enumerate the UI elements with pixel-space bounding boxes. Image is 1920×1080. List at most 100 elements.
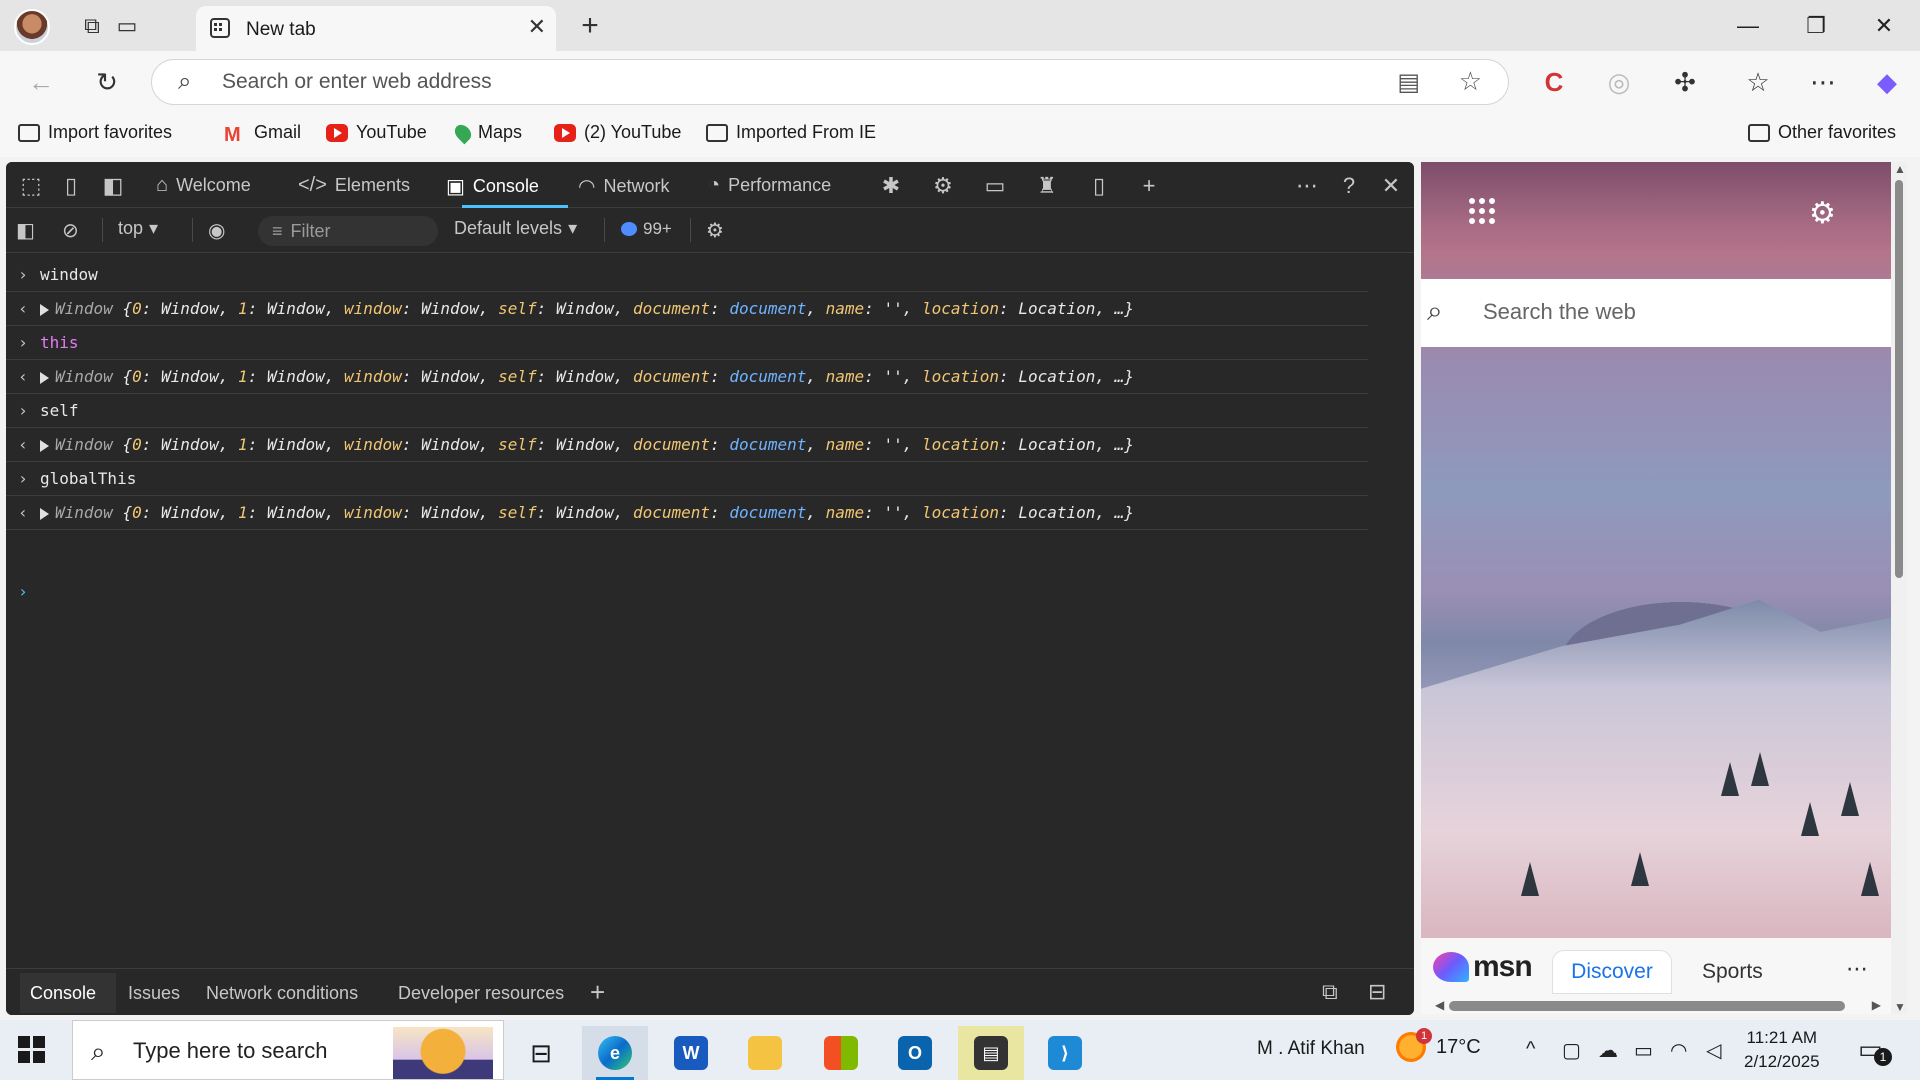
scroll-down-arrow-icon[interactable]: ▼ bbox=[1894, 1000, 1906, 1014]
meet-now-icon[interactable]: ▢ bbox=[1562, 1038, 1581, 1063]
taskbar-file-explorer[interactable] bbox=[732, 1026, 798, 1080]
scroll-thumb[interactable] bbox=[1895, 180, 1903, 578]
bookmark-youtube[interactable]: YouTube bbox=[326, 122, 427, 143]
taskbar-video-editor[interactable]: ▤ bbox=[958, 1026, 1024, 1080]
tab-welcome[interactable]: ⌂ Welcome bbox=[156, 174, 251, 197]
address-bar[interactable]: ⌕ ▤ ☆ bbox=[151, 59, 1509, 105]
drawer-tab-issues[interactable]: Issues bbox=[128, 983, 180, 1004]
workspaces-icon[interactable]: ⧉ bbox=[76, 10, 108, 42]
msn-logo[interactable]: msn bbox=[1433, 950, 1533, 984]
show-hidden-icons-chevron-icon[interactable]: ^ bbox=[1526, 1038, 1535, 1061]
prop-value-link[interactable]: document bbox=[729, 367, 806, 386]
add-drawer-tab-plus-icon[interactable]: + bbox=[590, 977, 605, 1008]
sidebar-toggle-icon[interactable]: ◧ bbox=[16, 218, 35, 243]
dock-side-icon[interactable]: ◧ bbox=[98, 171, 128, 201]
refresh-icon[interactable]: ↻ bbox=[90, 65, 124, 99]
inspect-element-icon[interactable]: ⬚ bbox=[16, 171, 46, 201]
prop-value-link[interactable]: document bbox=[729, 435, 806, 454]
close-tab-icon[interactable]: ✕ bbox=[528, 14, 546, 40]
bookmark-maps[interactable]: Maps bbox=[451, 121, 522, 144]
drawer-tab-developer-resources[interactable]: Developer resources bbox=[398, 983, 564, 1004]
battery-icon[interactable]: ▭ bbox=[1634, 1038, 1653, 1063]
prop-value-link[interactable]: document bbox=[729, 503, 806, 522]
window-object-preview[interactable]: Window {0: Window, 1: Window, window: Wi… bbox=[40, 503, 1134, 522]
onedrive-cloud-icon[interactable]: ☁ bbox=[1598, 1038, 1618, 1063]
message-count-badge[interactable]: 99+ bbox=[621, 219, 672, 239]
expand-triangle-icon[interactable] bbox=[40, 371, 49, 384]
web-search-box[interactable]: ⌕ Search the web bbox=[1421, 279, 1891, 347]
more-options-icon[interactable]: ⋯ bbox=[1846, 956, 1868, 982]
taskbar-outlook[interactable]: O bbox=[882, 1026, 948, 1080]
tab-elements[interactable]: </> Elements bbox=[298, 174, 410, 197]
tab-new-tab[interactable]: New tab ✕ bbox=[196, 6, 556, 51]
device-emulation-icon[interactable]: ▯ bbox=[56, 171, 86, 201]
clock[interactable]: 11:21 AM 2/12/2025 bbox=[1744, 1026, 1820, 1074]
log-levels-dropdown[interactable]: Default levels ▾ bbox=[454, 218, 577, 239]
expand-triangle-icon[interactable] bbox=[40, 303, 49, 316]
taskbar-store[interactable] bbox=[808, 1026, 874, 1080]
taskbar-vscode[interactable]: ⟩ bbox=[1032, 1026, 1098, 1080]
scroll-right-arrow-icon[interactable]: ▶ bbox=[1872, 998, 1881, 1012]
new-tab-button[interactable]: + bbox=[574, 9, 606, 42]
console-settings-gear-icon[interactable]: ⚙ bbox=[706, 218, 724, 243]
volume-icon[interactable]: ◁ bbox=[1706, 1038, 1721, 1063]
task-view-icon[interactable]: ⊟ bbox=[508, 1026, 574, 1080]
window-object-preview[interactable]: Window {0: Window, 1: Window, window: Wi… bbox=[40, 435, 1134, 454]
drawer-tab-network-conditions[interactable]: Network conditions bbox=[206, 983, 358, 1004]
vertical-tabs-icon[interactable]: ▭ bbox=[111, 10, 143, 42]
taskbar-edge[interactable]: e bbox=[582, 1026, 648, 1080]
taskbar-search-box[interactable]: ⌕ Type here to search bbox=[72, 1020, 504, 1080]
tab-network[interactable]: ◠ Network bbox=[578, 174, 669, 199]
application-window-icon[interactable]: ▭ bbox=[980, 171, 1010, 201]
minimize-button[interactable]: — bbox=[1718, 4, 1778, 48]
clear-console-icon[interactable]: ⊘ bbox=[62, 218, 79, 243]
help-icon[interactable]: ? bbox=[1334, 171, 1364, 201]
close-drawer-icon[interactable]: ⊟ bbox=[1368, 979, 1386, 1005]
more-menu-icon[interactable]: ⋯ bbox=[1806, 65, 1840, 99]
profile-avatar[interactable] bbox=[14, 9, 50, 45]
notification-center-icon[interactable]: ▭ 1 bbox=[1858, 1034, 1892, 1066]
window-object-preview[interactable]: Window {0: Window, 1: Window, window: Wi… bbox=[40, 367, 1134, 386]
tab-performance[interactable]: ◔ Performance bbox=[708, 174, 831, 197]
other-favorites[interactable]: Other favorites bbox=[1748, 122, 1896, 143]
console-prompt-icon[interactable]: › bbox=[6, 582, 40, 601]
immersive-reader-icon[interactable]: ▤ bbox=[1397, 68, 1420, 97]
bug-icon[interactable]: ✱ bbox=[876, 171, 906, 201]
taskbar-word[interactable]: W bbox=[658, 1026, 724, 1080]
window-object-preview[interactable]: Window {0: Window, 1: Window, window: Wi… bbox=[40, 299, 1134, 318]
context-selector[interactable]: top ▾ bbox=[118, 218, 158, 239]
bookmark-gmail[interactable]: M Gmail bbox=[224, 122, 301, 146]
tab-console[interactable]: ▣ Console bbox=[446, 174, 539, 199]
prop-value-link[interactable]: document bbox=[729, 299, 806, 318]
live-expression-eye-icon[interactable]: ◉ bbox=[208, 218, 225, 243]
tab-discover[interactable]: Discover bbox=[1552, 950, 1672, 994]
back-arrow-icon[interactable]: ← bbox=[24, 65, 58, 99]
extension-icon[interactable]: ◎ bbox=[1602, 65, 1636, 99]
drawer-tab-console[interactable]: Console bbox=[30, 983, 96, 1004]
address-input[interactable] bbox=[222, 68, 1322, 96]
filter-input[interactable]: ≡ Filter bbox=[258, 216, 438, 246]
scroll-thumb[interactable] bbox=[1449, 1001, 1845, 1011]
copilot-icon[interactable]: ◆ bbox=[1870, 65, 1904, 99]
horizontal-scrollbar[interactable]: ◀ ▶ bbox=[1435, 998, 1881, 1012]
scroll-up-arrow-icon[interactable]: ▲ bbox=[1894, 162, 1906, 176]
extensions-puzzle-icon[interactable]: ✣ bbox=[1668, 65, 1702, 99]
favorites-icon[interactable]: ☆ bbox=[1741, 65, 1775, 99]
expand-triangle-icon[interactable] bbox=[40, 507, 49, 520]
customize-more-icon[interactable]: ⋯ bbox=[1292, 171, 1322, 201]
lighthouse-icon[interactable]: ♜ bbox=[1032, 171, 1062, 201]
tray-user-name[interactable]: M . Atif Khan bbox=[1257, 1038, 1365, 1060]
close-window-button[interactable]: ✕ bbox=[1854, 4, 1914, 48]
memory-chip-icon[interactable]: ⚙ bbox=[928, 171, 958, 201]
more-tools-plus-icon[interactable]: + bbox=[1134, 171, 1164, 201]
expand-triangle-icon[interactable] bbox=[40, 439, 49, 452]
weather-widget[interactable]: 1 17°C bbox=[1396, 1028, 1481, 1062]
app-launcher-icon[interactable] bbox=[1469, 198, 1495, 224]
wifi-icon[interactable]: ◠ bbox=[1670, 1038, 1687, 1063]
page-settings-gear-icon[interactable]: ⚙ bbox=[1809, 196, 1836, 231]
windows-start-icon[interactable] bbox=[18, 1036, 46, 1064]
add-favorite-star-icon[interactable]: ☆ bbox=[1459, 66, 1482, 97]
clipboard-icon[interactable]: ▯ bbox=[1084, 171, 1114, 201]
vertical-scrollbar[interactable]: ▲ ▼ bbox=[1891, 162, 1907, 1014]
copilot-extension-icon[interactable]: C bbox=[1537, 65, 1571, 99]
